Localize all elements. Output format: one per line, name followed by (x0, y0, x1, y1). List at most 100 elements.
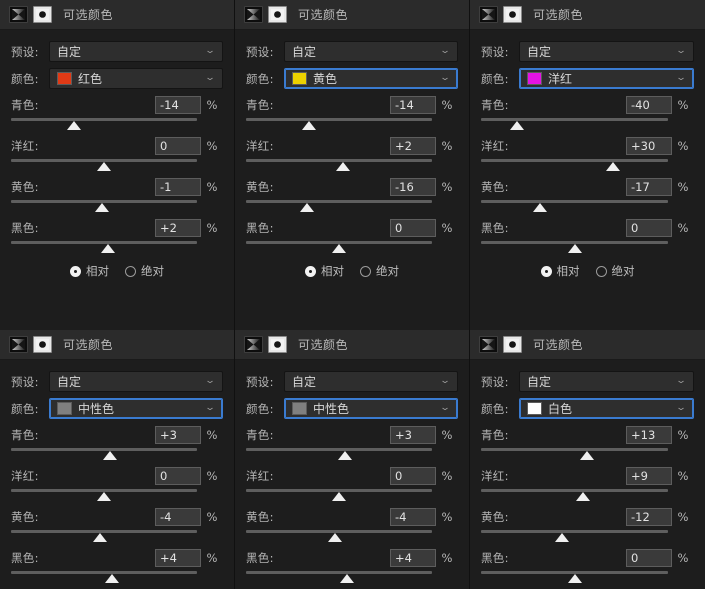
black-slider[interactable] (246, 240, 458, 254)
magenta-slider-thumb[interactable] (97, 492, 111, 501)
cyan-value-input[interactable]: -40 (626, 96, 672, 114)
radio-relative[interactable]: 相对 (70, 263, 109, 279)
gradient-bowtie-icon[interactable] (479, 336, 498, 353)
magenta-slider[interactable] (481, 488, 694, 502)
gradient-bowtie-icon[interactable] (9, 6, 28, 23)
magenta-slider[interactable] (11, 158, 223, 172)
color-select[interactable]: 黄色⌄ (284, 68, 458, 89)
magenta-slider-thumb[interactable] (606, 162, 620, 171)
yellow-slider[interactable] (11, 199, 223, 213)
cyan-slider[interactable] (481, 447, 694, 461)
preset-select[interactable]: 自定⌄ (49, 41, 223, 62)
mask-circle-icon[interactable] (503, 6, 522, 23)
preset-select[interactable]: 自定⌄ (519, 371, 694, 392)
magenta-value-input[interactable]: 0 (155, 467, 201, 485)
cyan-value-input[interactable]: +3 (390, 426, 436, 444)
black-slider-thumb[interactable] (332, 244, 346, 253)
black-value-input[interactable]: +4 (155, 549, 201, 567)
yellow-slider[interactable] (481, 199, 694, 213)
magenta-slider[interactable] (246, 488, 458, 502)
cyan-slider-thumb[interactable] (302, 121, 316, 130)
yellow-value-input[interactable]: -17 (626, 178, 672, 196)
yellow-slider-thumb[interactable] (300, 203, 314, 212)
black-value-input[interactable]: 0 (390, 219, 436, 237)
color-select[interactable]: 中性色⌄ (284, 398, 458, 419)
cyan-value-input[interactable]: -14 (155, 96, 201, 114)
color-select[interactable]: 中性色⌄ (49, 398, 223, 419)
gradient-bowtie-icon[interactable] (244, 6, 263, 23)
gradient-bowtie-icon[interactable] (244, 336, 263, 353)
magenta-slider[interactable] (11, 488, 223, 502)
magenta-value-input[interactable]: +30 (626, 137, 672, 155)
magenta-slider[interactable] (481, 158, 694, 172)
cyan-slider[interactable] (481, 117, 694, 131)
mask-circle-icon[interactable] (268, 336, 287, 353)
yellow-value-input[interactable]: -16 (390, 178, 436, 196)
black-value-input[interactable]: 0 (626, 549, 672, 567)
radio-absolute[interactable]: 绝对 (360, 263, 399, 279)
mask-circle-icon[interactable] (33, 336, 52, 353)
preset-select[interactable]: 自定⌄ (519, 41, 694, 62)
black-value-input[interactable]: +4 (390, 549, 436, 567)
black-slider[interactable] (481, 570, 694, 584)
color-select[interactable]: 红色⌄ (49, 68, 223, 89)
cyan-value-input[interactable]: +3 (155, 426, 201, 444)
cyan-slider[interactable] (11, 447, 223, 461)
preset-select[interactable]: 自定⌄ (284, 41, 458, 62)
magenta-value-input[interactable]: 0 (390, 467, 436, 485)
yellow-slider[interactable] (246, 529, 458, 543)
yellow-slider-thumb[interactable] (93, 533, 107, 542)
cyan-slider[interactable] (11, 117, 223, 131)
magenta-slider-thumb[interactable] (332, 492, 346, 501)
yellow-slider-thumb[interactable] (533, 203, 547, 212)
magenta-slider-thumb[interactable] (97, 162, 111, 171)
black-slider[interactable] (11, 240, 223, 254)
preset-select[interactable]: 自定⌄ (49, 371, 223, 392)
black-slider-thumb[interactable] (568, 244, 582, 253)
preset-select[interactable]: 自定⌄ (284, 371, 458, 392)
black-slider-thumb[interactable] (101, 244, 115, 253)
yellow-value-input[interactable]: -4 (390, 508, 436, 526)
cyan-slider-thumb[interactable] (580, 451, 594, 460)
yellow-slider[interactable] (481, 529, 694, 543)
radio-relative[interactable]: 相对 (305, 263, 344, 279)
mask-circle-icon[interactable] (503, 336, 522, 353)
black-slider[interactable] (246, 570, 458, 584)
black-value-input[interactable]: 0 (626, 219, 672, 237)
magenta-slider-thumb[interactable] (576, 492, 590, 501)
magenta-value-input[interactable]: +9 (626, 467, 672, 485)
black-slider[interactable] (481, 240, 694, 254)
cyan-value-input[interactable]: +13 (626, 426, 672, 444)
magenta-value-input[interactable]: 0 (155, 137, 201, 155)
radio-absolute[interactable]: 绝对 (596, 263, 635, 279)
cyan-slider-thumb[interactable] (67, 121, 81, 130)
black-slider[interactable] (11, 570, 223, 584)
radio-absolute-dot[interactable] (125, 266, 136, 277)
color-select[interactable]: 洋红⌄ (519, 68, 694, 89)
yellow-value-input[interactable]: -12 (626, 508, 672, 526)
yellow-value-input[interactable]: -4 (155, 508, 201, 526)
cyan-slider[interactable] (246, 447, 458, 461)
gradient-bowtie-icon[interactable] (9, 336, 28, 353)
yellow-slider-thumb[interactable] (95, 203, 109, 212)
yellow-slider[interactable] (11, 529, 223, 543)
radio-absolute-dot[interactable] (596, 266, 607, 277)
yellow-slider-thumb[interactable] (328, 533, 342, 542)
magenta-slider-thumb[interactable] (336, 162, 350, 171)
cyan-value-input[interactable]: -14 (390, 96, 436, 114)
color-select[interactable]: 白色⌄ (519, 398, 694, 419)
radio-relative-dot[interactable] (305, 266, 316, 277)
black-slider-thumb[interactable] (105, 574, 119, 583)
yellow-value-input[interactable]: -1 (155, 178, 201, 196)
magenta-value-input[interactable]: +2 (390, 137, 436, 155)
black-slider-thumb[interactable] (568, 574, 582, 583)
gradient-bowtie-icon[interactable] (479, 6, 498, 23)
mask-circle-icon[interactable] (268, 6, 287, 23)
magenta-slider[interactable] (246, 158, 458, 172)
yellow-slider-thumb[interactable] (555, 533, 569, 542)
black-value-input[interactable]: +2 (155, 219, 201, 237)
mask-circle-icon[interactable] (33, 6, 52, 23)
radio-relative-dot[interactable] (541, 266, 552, 277)
cyan-slider-thumb[interactable] (103, 451, 117, 460)
black-slider-thumb[interactable] (340, 574, 354, 583)
